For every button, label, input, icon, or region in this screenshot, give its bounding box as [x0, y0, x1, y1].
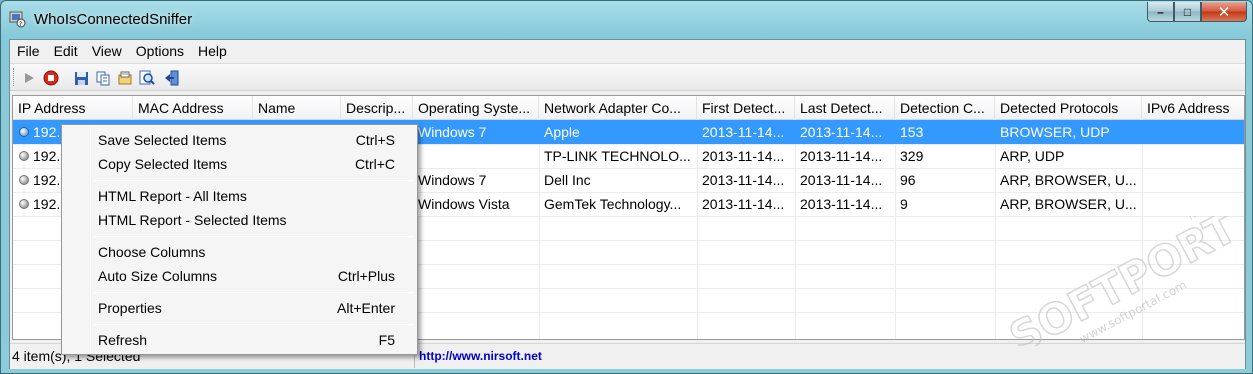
menu-item-copy-selected[interactable]: Copy Selected Items Ctrl+C	[64, 153, 415, 175]
menu-item-label: HTML Report - Selected Items	[98, 212, 287, 228]
cell-network-adapter: Dell Inc	[544, 172, 591, 188]
cell-detected-protocols: ARP, BROWSER, U...	[1000, 172, 1137, 188]
stop-icon[interactable]	[42, 69, 60, 87]
menu-item-label: Save Selected Items	[98, 132, 227, 148]
cell-operating-system	[413, 144, 539, 168]
menu-view[interactable]: View	[85, 40, 129, 62]
cell-first-detected: 2013-11-14...	[702, 124, 785, 140]
menu-separator	[94, 236, 414, 237]
table-header: IP Address MAC Address Name Descrip... O…	[13, 96, 1244, 120]
column-header-network-adapter[interactable]: Network Adapter Co...	[539, 96, 697, 120]
menu-item-label: HTML Report - All Items	[98, 188, 247, 204]
column-header-first-detected[interactable]: First Detect...	[697, 96, 795, 120]
cell-operating-system: Windows Vista	[418, 196, 510, 212]
menu-item-shortcut: F5	[378, 332, 395, 348]
menu-item-html-report-all[interactable]: HTML Report - All Items	[64, 185, 415, 207]
menu-separator	[94, 324, 414, 325]
cell-detection-count: 153	[900, 124, 924, 140]
menu-item-label: Copy Selected Items	[98, 156, 228, 172]
close-button[interactable]: ✕	[1201, 2, 1247, 22]
column-header-mac-address[interactable]: MAC Address	[133, 96, 253, 120]
menu-help[interactable]: Help	[191, 40, 234, 62]
window-title: WhoIsConnectedSniffer	[34, 11, 193, 28]
app-icon: ?	[9, 11, 26, 28]
menu-item-html-report-selected[interactable]: HTML Report - Selected Items	[64, 209, 415, 231]
menu-item-refresh[interactable]: Refresh F5	[64, 329, 415, 351]
toolbar-grip[interactable]	[13, 68, 15, 86]
column-header-name[interactable]: Name	[253, 96, 341, 120]
menu-item-label: Properties	[98, 300, 162, 316]
cell-first-detected: 2013-11-14...	[702, 172, 785, 188]
column-header-detection-count[interactable]: Detection C...	[895, 96, 995, 120]
menu-item-label: Auto Size Columns	[98, 268, 218, 284]
caption-buttons: – □ ✕	[1147, 2, 1247, 24]
menu-separator	[94, 180, 414, 181]
exit-icon[interactable]	[163, 69, 181, 87]
cell-last-detected: 2013-11-14...	[800, 124, 883, 140]
cell-detected-protocols: BROWSER, UDP	[1000, 124, 1110, 140]
cell-last-detected: 2013-11-14...	[800, 196, 883, 212]
cell-last-detected: 2013-11-14...	[800, 148, 883, 164]
cell-network-adapter: Apple	[544, 124, 580, 140]
menu-item-shortcut: Alt+Enter	[337, 300, 395, 316]
nirsoft-link[interactable]: http://www.nirsoft.net	[419, 349, 542, 363]
cell-detection-count: 9	[900, 196, 908, 212]
menu-item-properties[interactable]: Properties Alt+Enter	[64, 297, 415, 319]
copy-icon[interactable]	[94, 69, 112, 87]
column-header-ipv6-address[interactable]: IPv6 Address	[1142, 96, 1244, 120]
menu-file[interactable]: File	[10, 40, 47, 62]
find-icon[interactable]	[138, 69, 156, 87]
column-header-operating-system[interactable]: Operating Syste...	[413, 96, 539, 120]
cell-network-adapter: GemTek Technology...	[544, 196, 682, 212]
toolbar	[10, 63, 1245, 91]
cell-detected-protocols: ARP, UDP	[1000, 148, 1065, 164]
menu-item-shortcut: Ctrl+C	[354, 156, 395, 172]
title-bar[interactable]: ? WhoIsConnectedSniffer – □ ✕	[1, 1, 1252, 39]
menu-item-save-selected[interactable]: Save Selected Items Ctrl+S	[64, 129, 415, 151]
app-window: ? WhoIsConnectedSniffer – □ ✕ File Edit …	[0, 0, 1253, 374]
cell-first-detected: 2013-11-14...	[702, 148, 785, 164]
menu-item-shortcut: Ctrl+Plus	[337, 268, 395, 284]
cell-network-adapter: TP-LINK TECHNOLO...	[544, 148, 691, 164]
menu-item-choose-columns[interactable]: Choose Columns	[64, 241, 415, 263]
cell-detection-count: 329	[900, 148, 924, 164]
menu-bar: File Edit View Options Help	[10, 40, 1245, 62]
menu-edit[interactable]: Edit	[47, 40, 85, 62]
minimize-button[interactable]: –	[1147, 2, 1174, 22]
context-menu: Save Selected Items Ctrl+S Copy Selected…	[61, 124, 418, 355]
column-header-description[interactable]: Descrip...	[341, 96, 413, 120]
menu-item-label: Refresh	[98, 332, 148, 348]
save-icon[interactable]	[72, 69, 90, 87]
play-icon[interactable]	[20, 69, 38, 87]
cell-operating-system: Windows 7	[418, 172, 487, 188]
column-header-ip-address[interactable]: IP Address	[13, 96, 133, 120]
menu-item-shortcut: Ctrl+S	[355, 132, 395, 148]
cell-operating-system: Windows 7	[418, 124, 487, 140]
menu-options[interactable]: Options	[129, 40, 191, 62]
column-header-last-detected[interactable]: Last Detect...	[795, 96, 895, 120]
cell-last-detected: 2013-11-14...	[800, 172, 883, 188]
cell-first-detected: 2013-11-14...	[702, 196, 785, 212]
column-header-detected-protocols[interactable]: Detected Protocols	[995, 96, 1142, 120]
maximize-button[interactable]: □	[1174, 2, 1201, 22]
properties-icon[interactable]	[116, 69, 134, 87]
cell-detection-count: 96	[900, 172, 916, 188]
menu-item-label: Choose Columns	[98, 244, 206, 260]
menu-item-auto-size-columns[interactable]: Auto Size Columns Ctrl+Plus	[64, 265, 415, 287]
menu-separator	[94, 292, 414, 293]
cell-detected-protocols: ARP, BROWSER, U...	[1000, 196, 1137, 212]
svg-text:?: ?	[19, 21, 22, 28]
